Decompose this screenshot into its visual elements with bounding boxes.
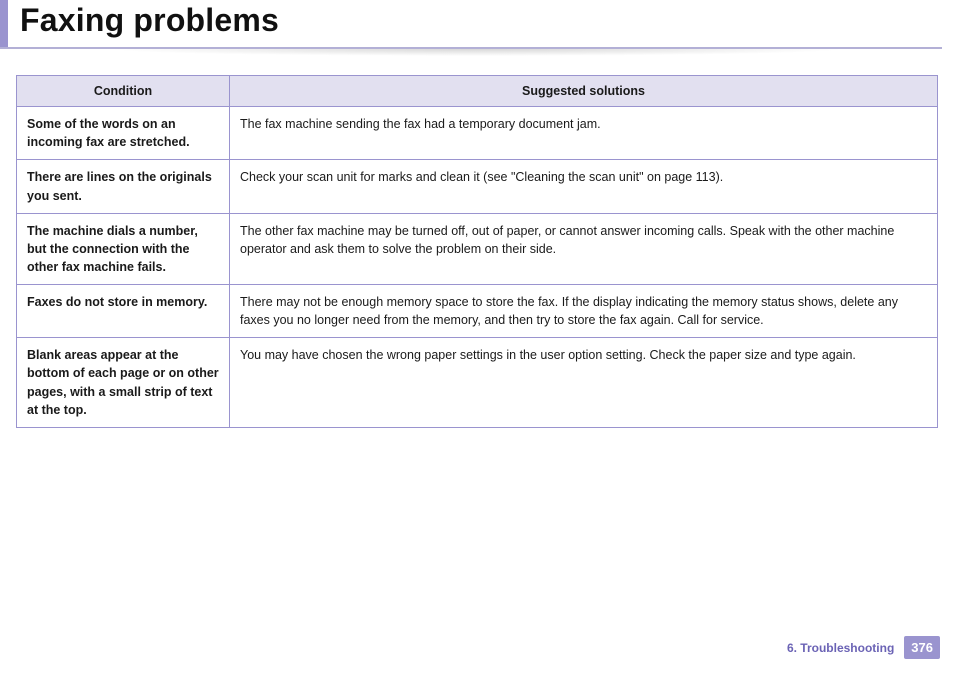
chapter-label: 6. Troubleshooting [787, 641, 894, 655]
page-footer: 6. Troubleshooting 376 [787, 636, 940, 659]
col-solutions: Suggested solutions [230, 76, 938, 107]
page-number: 376 [904, 636, 940, 659]
cell-solution: Check your scan unit for marks and clean… [230, 160, 938, 213]
table-row: Blank areas appear at the bottom of each… [17, 338, 938, 428]
cell-condition: The machine dials a number, but the conn… [17, 213, 230, 284]
table-row: Some of the words on an incoming fax are… [17, 107, 938, 160]
cell-condition: There are lines on the originals you sen… [17, 160, 230, 213]
cell-condition: Some of the words on an incoming fax are… [17, 107, 230, 160]
cell-condition: Blank areas appear at the bottom of each… [17, 338, 230, 428]
cell-solution: There may not be enough memory space to … [230, 285, 938, 338]
cell-condition: Faxes do not store in memory. [17, 285, 230, 338]
troubleshooting-table: Condition Suggested solutions Some of th… [16, 75, 938, 428]
cell-solution: The other fax machine may be turned off,… [230, 213, 938, 284]
table-header-row: Condition Suggested solutions [17, 76, 938, 107]
table-row: There are lines on the originals you sen… [17, 160, 938, 213]
title-shadow [40, 49, 914, 65]
title-bar: Faxing problems [0, 0, 942, 49]
cell-solution: The fax machine sending the fax had a te… [230, 107, 938, 160]
page-title: Faxing problems [20, 2, 942, 39]
col-condition: Condition [17, 76, 230, 107]
cell-solution: You may have chosen the wrong paper sett… [230, 338, 938, 428]
table-row: The machine dials a number, but the conn… [17, 213, 938, 284]
table-row: Faxes do not store in memory. There may … [17, 285, 938, 338]
